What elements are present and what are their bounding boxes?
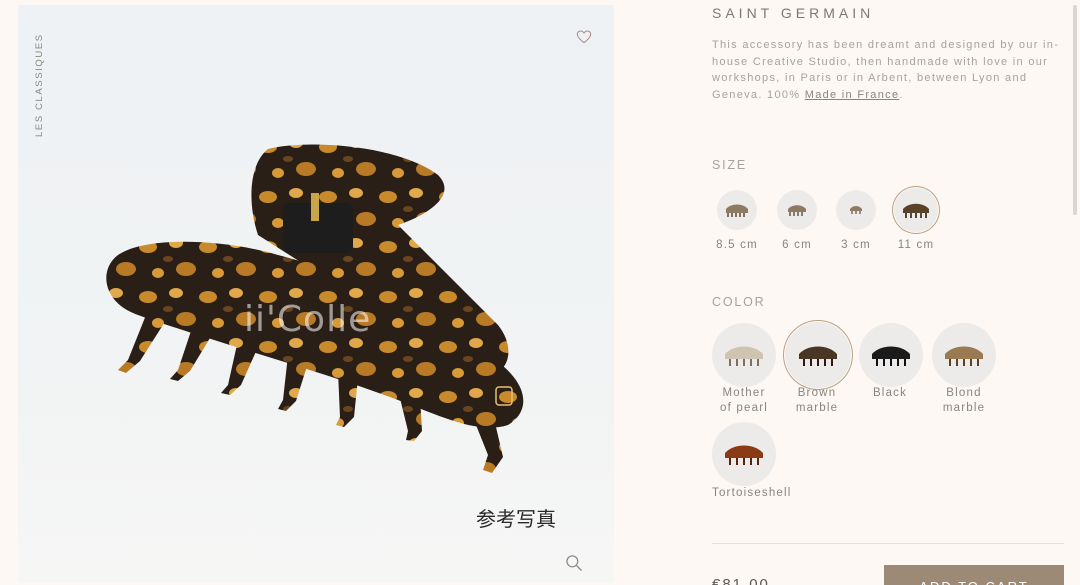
reference-photo-label: 参考写真: [476, 507, 556, 531]
color-label-blond-marble: Blond marble: [928, 386, 1000, 416]
product-price: €81,00: [712, 576, 770, 585]
color-section-label: COLOR: [712, 295, 766, 309]
color-label-line2: of pearl: [720, 402, 768, 414]
made-in-france-link[interactable]: Made in France: [805, 89, 900, 101]
size-label-3: 11 cm: [897, 239, 935, 251]
size-section-label: SIZE: [712, 158, 747, 172]
clip-icon: [788, 205, 806, 216]
color-label-line1: Mother: [722, 387, 766, 399]
product-title: SAINT GERMAIN: [712, 5, 875, 21]
color-option-black[interactable]: [859, 323, 923, 387]
color-label-line1: Blond: [946, 387, 982, 399]
color-option-tortoiseshell[interactable]: [712, 422, 776, 486]
clip-icon: [903, 203, 929, 218]
collection-label: LES CLASSIQUES: [34, 33, 45, 137]
clip-icon: [850, 206, 862, 214]
color-label-line2: marble: [942, 402, 986, 414]
product-description: This accessory has been dreamt and desig…: [712, 37, 1062, 103]
color-label-black: Black: [854, 386, 926, 401]
clip-icon: [872, 346, 910, 366]
clip-icon: [726, 204, 748, 217]
size-label-0: 8.5 cm: [716, 239, 758, 251]
clip-icon: [725, 346, 763, 366]
scrollbar[interactable]: [1073, 5, 1077, 215]
color-option-brown-marble[interactable]: [785, 322, 851, 388]
color-label-line1: Black: [872, 387, 908, 399]
color-label-tortoiseshell: Tortoiseshell: [712, 487, 792, 499]
color-label-brown-marble: Brown marble: [781, 386, 853, 416]
clip-icon: [725, 445, 763, 465]
search-icon[interactable]: [564, 553, 584, 573]
heart-icon[interactable]: [576, 29, 592, 45]
divider: [712, 543, 1064, 544]
description-end: .: [899, 88, 904, 101]
size-label-2: 3 cm: [841, 239, 871, 251]
size-option-11cm[interactable]: [894, 188, 938, 232]
color-label-mother-of-pearl: Mother of pearl: [708, 386, 780, 416]
size-label-1: 6 cm: [782, 239, 812, 251]
color-option-blond-marble[interactable]: [932, 323, 996, 387]
size-option-3cm[interactable]: [836, 190, 876, 230]
color-label-line1: Brown: [797, 387, 837, 399]
color-label-line2: marble: [795, 402, 839, 414]
size-option-6cm[interactable]: [777, 190, 817, 230]
size-option-8-5cm[interactable]: [717, 190, 757, 230]
clip-icon: [945, 346, 983, 366]
add-to-cart-button[interactable]: ADD TO CART: [884, 565, 1064, 585]
product-image-panel[interactable]: LES CLASSIQUES ii'Colle 参考写真: [18, 5, 614, 583]
color-option-mother-of-pearl[interactable]: [712, 323, 776, 387]
watermark: ii'Colle: [244, 299, 372, 340]
clip-icon: [799, 346, 837, 366]
